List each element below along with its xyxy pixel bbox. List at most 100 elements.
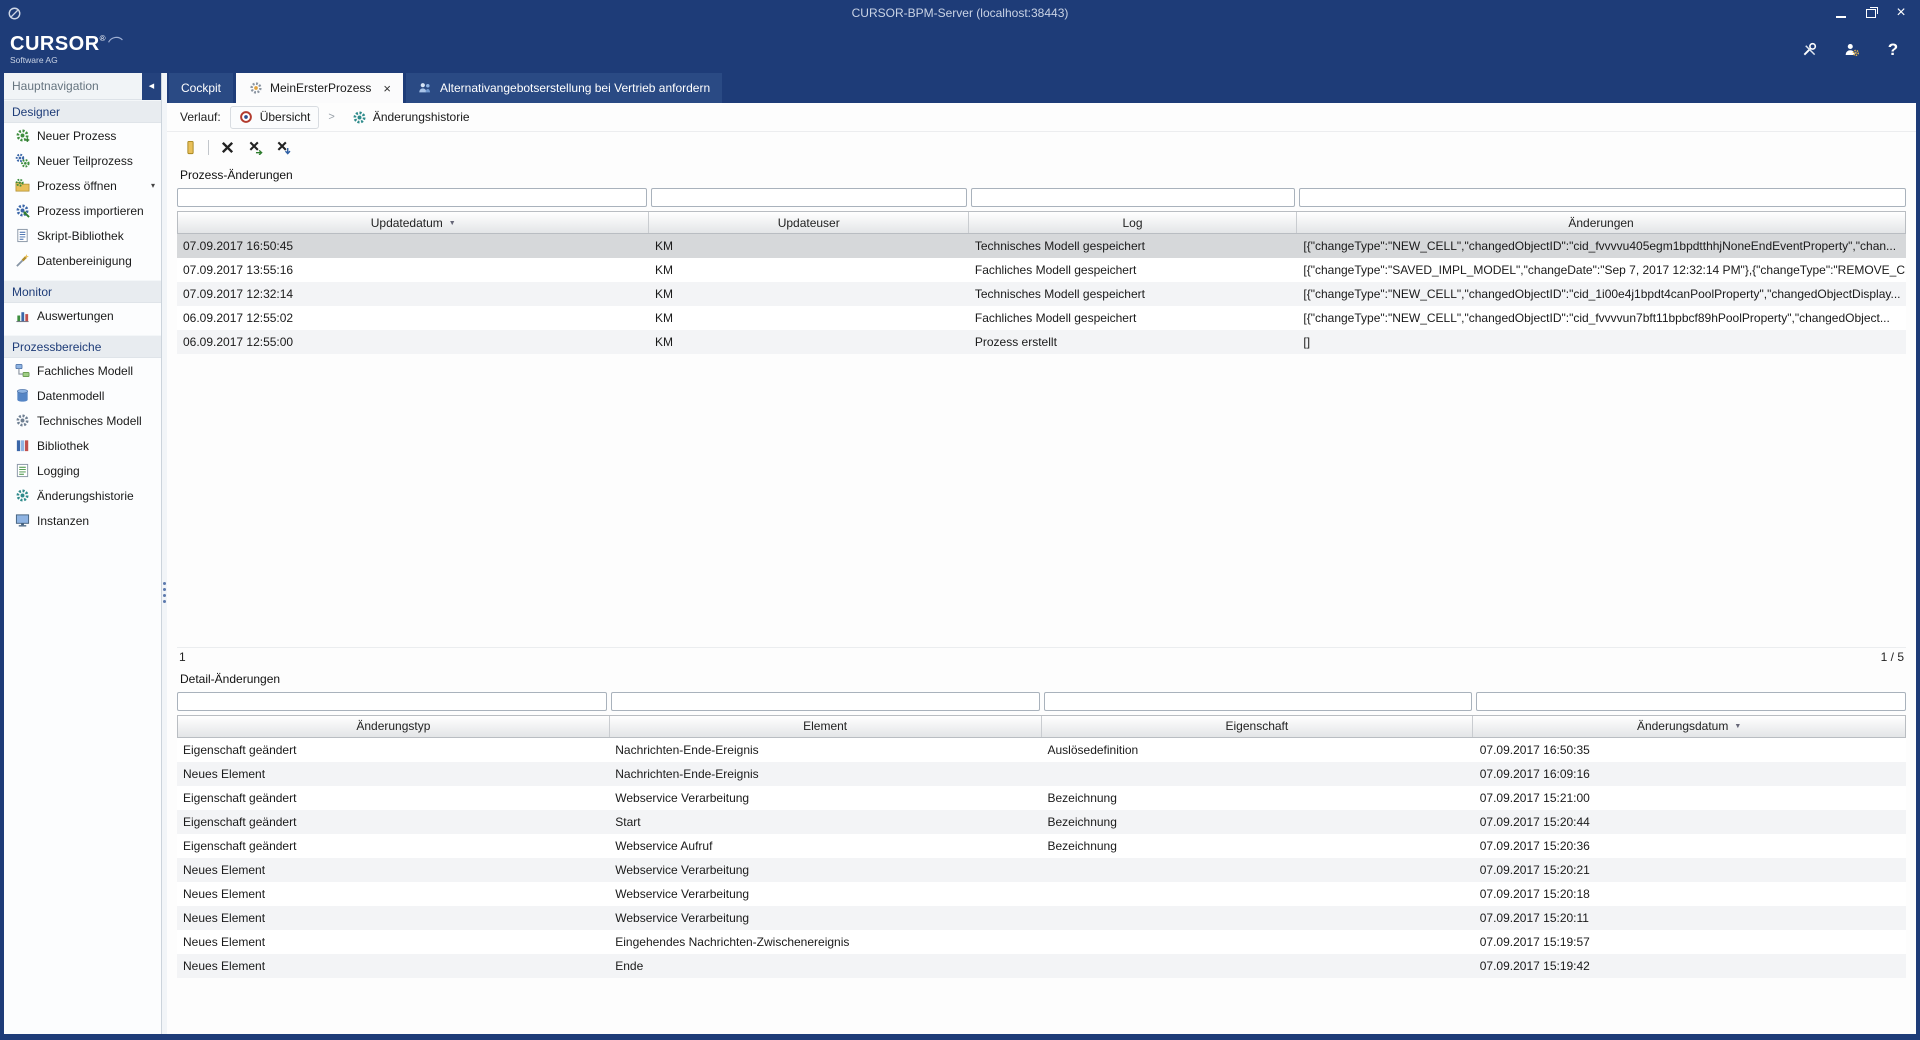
tabbar: CockpitMeinErsterProzess× Alternativangeb… [167, 73, 1916, 103]
sidebar-item-fachliches-modell[interactable]: Fachliches Modell [4, 358, 161, 383]
column-header-updateuser[interactable]: Updateuser [649, 212, 968, 233]
filter-input-aenderungsdatum[interactable] [1476, 692, 1906, 711]
table-cell: Ende [609, 954, 1041, 978]
sidebar-item-neuer-prozess[interactable]: Neuer Prozess [4, 123, 161, 148]
table-row[interactable]: Eigenschaft geändertNachrichten-Ende-Ere… [177, 738, 1906, 762]
logging-icon [15, 463, 30, 478]
delete-filter-button[interactable] [245, 138, 265, 158]
delete-button[interactable] [217, 138, 237, 158]
filter-input-updatedatum[interactable] [177, 188, 647, 207]
table-cell [1042, 858, 1474, 882]
sidebar-item-technisches-modell[interactable]: Technisches Modell [4, 408, 161, 433]
sidebar-item-label: Fachliches Modell [37, 364, 133, 378]
tab-meinersterprozess[interactable]: MeinErsterProzess× [236, 73, 403, 103]
table-row[interactable]: Neues ElementWebservice Verarbeitung07.0… [177, 906, 1906, 930]
column-header-eigenschaft[interactable]: Eigenschaft [1042, 716, 1474, 737]
minimize-button[interactable] [1826, 2, 1856, 24]
filter-input-log[interactable] [971, 188, 1296, 207]
breadcrumb-separator-icon: > [328, 111, 334, 123]
table-row[interactable]: 06.09.2017 12:55:00KMProzess erstellt[] [177, 330, 1906, 354]
table-row[interactable]: Neues ElementWebservice Verarbeitung07.0… [177, 882, 1906, 906]
sidebar-item-bibliothek[interactable]: Bibliothek [4, 433, 161, 458]
process-changes-rows: 07.09.2017 16:50:45KMTechnisches Modell … [177, 234, 1906, 354]
user-settings-button[interactable] [1840, 39, 1862, 61]
table-row[interactable]: Neues ElementNachrichten-Ende-Ereignis07… [177, 762, 1906, 786]
sidebar-item-instanzen[interactable]: Instanzen [4, 508, 161, 533]
change-history-icon [15, 488, 30, 503]
table-cell: Neues Element [177, 858, 609, 882]
table-row[interactable]: Eigenschaft geändertStartBezeichnung07.0… [177, 810, 1906, 834]
filter-input-aenderungen[interactable] [1299, 188, 1906, 207]
sidebar-item-prozess-importieren[interactable]: Prozess importieren [4, 198, 161, 223]
tab-label: Alternativangebotserstellung bei Vertrie… [440, 81, 710, 95]
content-panel: Verlauf: Übersicht > Änderungshistorie P… [167, 103, 1916, 1034]
sidebar-item-datenbereinigung[interactable]: Datenbereinigung [4, 248, 161, 273]
sidebar-item-auswertungen[interactable]: Auswertungen [4, 303, 161, 328]
sidebar-item-logging[interactable]: Logging [4, 458, 161, 483]
breadcrumb-item-uebersicht[interactable]: Übersicht [230, 106, 320, 129]
chevron-down-icon[interactable]: ▾ [151, 181, 155, 190]
data-cleanup-icon [15, 253, 30, 268]
tab-cockpit[interactable]: Cockpit [169, 73, 233, 103]
sidebar-item-label: Bibliothek [37, 439, 89, 453]
sidebar-item-skript-bibliothek[interactable]: Skript-Bibliothek [4, 223, 161, 248]
table-row[interactable]: Neues ElementEingehendes Nachrichten-Zwi… [177, 930, 1906, 954]
sidebar-item-datenmodell[interactable]: Datenmodell [4, 383, 161, 408]
delete-all-filters-button[interactable] [273, 138, 293, 158]
table-cell: Nachrichten-Ende-Ereignis [609, 762, 1041, 786]
help-button[interactable]: ? [1882, 39, 1904, 61]
table-cell: [{"changeType":"NEW_CELL","changedObject… [1297, 306, 1906, 330]
process-open-icon [15, 178, 30, 193]
table-cell: Neues Element [177, 882, 609, 906]
filter-input-updateuser[interactable] [651, 188, 967, 207]
filter-input-eigenschaft[interactable] [1044, 692, 1472, 711]
table-cell: Webservice Verarbeitung [609, 858, 1041, 882]
sidebar-item-prozess-oeffnen[interactable]: Prozess öffnen▾ [4, 173, 161, 198]
process-import-icon [15, 203, 30, 218]
process-changes-title: Prozess-Änderungen [167, 163, 1916, 185]
column-header-updatedatum[interactable]: Updatedatum▼ [178, 212, 649, 233]
table-row[interactable]: Neues ElementEnde07.09.2017 15:19:42 [177, 954, 1906, 978]
table-cell [1042, 762, 1474, 786]
table-cell: 07.09.2017 15:21:00 [1474, 786, 1906, 810]
pagination-bar: 1 1 / 5 [177, 647, 1906, 667]
column-header-label: Element [803, 719, 847, 733]
maximize-button[interactable] [1856, 2, 1886, 24]
table-row[interactable]: Eigenschaft geändertWebservice AufrufBez… [177, 834, 1906, 858]
tab-close-icon[interactable]: × [383, 81, 391, 96]
sidebar-splitter[interactable] [161, 73, 167, 1034]
table-row[interactable]: 07.09.2017 12:32:14KMTechnisches Modell … [177, 282, 1906, 306]
table-cell: Neues Element [177, 762, 609, 786]
column-header-aenderungen[interactable]: Änderungen [1297, 212, 1905, 233]
filter-input-element[interactable] [611, 692, 1039, 711]
table-row[interactable]: 06.09.2017 12:55:02KMFachliches Modell g… [177, 306, 1906, 330]
table-cell: KM [649, 258, 969, 282]
sidebar-collapse-button[interactable]: ◀ [142, 73, 161, 100]
column-header-element[interactable]: Element [610, 716, 1042, 737]
column-header-log[interactable]: Log [969, 212, 1297, 233]
table-cell: [] [1297, 330, 1906, 354]
breadcrumb: Verlauf: Übersicht > Änderungshistorie [167, 103, 1916, 132]
cursor-logo: CURSOR ® Software AG [10, 34, 123, 65]
sidebar-item-label: Technisches Modell [37, 414, 142, 428]
table-row[interactable]: Neues ElementWebservice Verarbeitung07.0… [177, 858, 1906, 882]
sidebar-item-aenderungshistorie[interactable]: Änderungshistorie [4, 483, 161, 508]
tools-button[interactable] [1798, 39, 1820, 61]
close-button[interactable]: × [1886, 2, 1916, 24]
tab-alternativangebotserstellung-bei-vertrieb-anfordern[interactable]: Alternativangebotserstellung bei Vertrie… [406, 73, 722, 103]
sort-desc-icon: ▼ [1734, 723, 1741, 730]
column-header-aenderungsdatum[interactable]: Änderungsdatum▼ [1473, 716, 1905, 737]
delete-x-icon [220, 140, 235, 155]
table-row[interactable]: 07.09.2017 13:55:16KMFachliches Modell g… [177, 258, 1906, 282]
sort-desc-icon: ▼ [449, 220, 456, 227]
sidebar-item-neuer-teilprozess[interactable]: Neuer Teilprozess [4, 148, 161, 173]
table-row[interactable]: Eigenschaft geändertWebservice Verarbeit… [177, 786, 1906, 810]
column-header-aenderungstyp[interactable]: Änderungstyp [178, 716, 610, 737]
breadcrumb-item-label: Übersicht [260, 110, 311, 124]
filter-input-aenderungstyp[interactable] [177, 692, 607, 711]
note-icon [183, 140, 198, 155]
notes-button[interactable] [180, 138, 200, 158]
table-row[interactable]: 07.09.2017 16:50:45KMTechnisches Modell … [177, 234, 1906, 258]
delete-all-filters-x-icon [276, 140, 291, 155]
breadcrumb-item-aenderungshistorie[interactable]: Änderungshistorie [344, 107, 478, 128]
